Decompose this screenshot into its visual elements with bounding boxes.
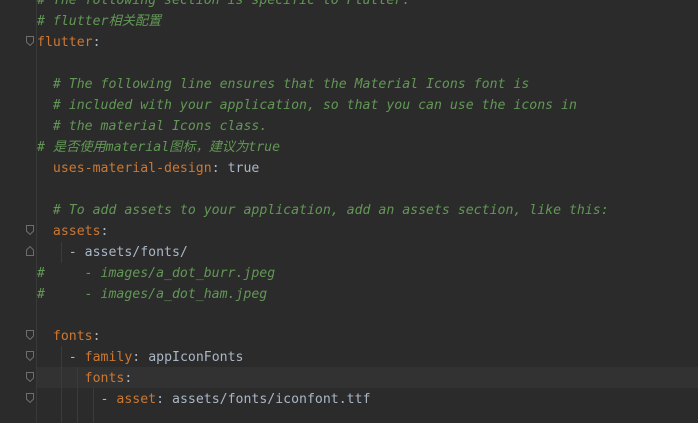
code-line-text: fonts:	[37, 368, 133, 389]
yaml-punctuation: :	[156, 392, 173, 407]
code-line-text: # - images/a_dot_burr.jpeg	[37, 263, 275, 284]
code-line-text: - assets/fonts/	[37, 242, 188, 263]
code-line[interactable]: - assets/fonts/	[0, 242, 698, 263]
code-line-text: # The following line ensures that the Ma…	[37, 74, 529, 95]
code-line[interactable]: # 是否使用material图标，建议为true	[0, 137, 698, 158]
indentation	[37, 161, 53, 176]
code-line[interactable]: # The following section is specific to F…	[0, 0, 698, 11]
code-line[interactable]: # flutter相关配置	[0, 11, 698, 32]
code-line[interactable]	[0, 410, 698, 423]
code-line-text: # The following section is specific to F…	[37, 0, 410, 11]
code-line-text: assets:	[37, 221, 109, 242]
yaml-value: assets/fonts/iconfont.ttf	[172, 392, 371, 407]
code-comment: # The following line ensures that the Ma…	[52, 77, 530, 92]
yaml-value: true	[227, 161, 260, 176]
code-line-text: # flutter相关配置	[37, 11, 161, 32]
indentation	[37, 203, 53, 218]
code-line[interactable]	[0, 179, 698, 200]
code-line[interactable]: - family: appIconFonts	[0, 347, 698, 368]
code-line-text: # To add assets to your application, add…	[37, 200, 609, 221]
code-comment: # included with your application, so tha…	[52, 98, 577, 113]
code-line[interactable]: # The following line ensures that the Ma…	[0, 74, 698, 95]
yaml-punctuation: :	[92, 35, 101, 50]
code-comment: # The following section is specific to F…	[37, 0, 411, 8]
code-line[interactable]: # - images/a_dot_ham.jpeg	[0, 284, 698, 305]
code-line[interactable]: uses-material-design: true	[0, 158, 698, 179]
indentation	[37, 392, 101, 407]
yaml-punctuation: -	[68, 245, 85, 260]
code-line[interactable]: # To add assets to your application, add…	[0, 200, 698, 221]
yaml-key: fonts	[52, 329, 93, 344]
code-comment: # - images/a_dot_burr.jpeg	[37, 266, 276, 281]
code-line-text: flutter:	[37, 32, 101, 53]
yaml-punctuation: :	[132, 350, 149, 365]
code-comment: # - images/a_dot_ham.jpeg	[37, 287, 268, 302]
code-line[interactable]: assets:	[0, 221, 698, 242]
yaml-punctuation: :	[100, 224, 109, 239]
yaml-value: assets/fonts/	[84, 245, 188, 260]
code-comment: # To add assets to your application, add…	[52, 203, 609, 218]
code-line[interactable]: flutter:	[0, 32, 698, 53]
yaml-punctuation: :	[124, 371, 133, 386]
code-line[interactable]: # - images/a_dot_burr.jpeg	[0, 263, 698, 284]
indentation	[37, 224, 53, 239]
code-line[interactable]: - asset: assets/fonts/iconfont.ttf	[0, 389, 698, 410]
code-line-text: - family: appIconFonts	[37, 347, 244, 368]
indentation	[37, 245, 69, 260]
code-editor[interactable]: # The following section is specific to F…	[0, 0, 698, 423]
code-line-text: # the material Icons class.	[37, 116, 267, 137]
yaml-key: flutter	[37, 35, 93, 50]
yaml-punctuation: :	[92, 329, 101, 344]
yaml-key: assets	[52, 224, 101, 239]
yaml-key: uses-material-design	[52, 161, 212, 176]
code-line[interactable]: # included with your application, so tha…	[0, 95, 698, 116]
yaml-punctuation: -	[68, 350, 85, 365]
yaml-punctuation: -	[100, 392, 117, 407]
yaml-key: asset	[116, 392, 157, 407]
code-line[interactable]: # the material Icons class.	[0, 116, 698, 137]
code-line-text: uses-material-design: true	[37, 158, 259, 179]
indentation	[37, 371, 85, 386]
code-comment: # the material Icons class.	[52, 119, 268, 134]
code-line[interactable]: fonts:	[0, 368, 698, 389]
code-line[interactable]	[0, 305, 698, 326]
indentation	[37, 98, 53, 113]
yaml-value: appIconFonts	[148, 350, 244, 365]
yaml-punctuation: :	[211, 161, 228, 176]
code-line[interactable]	[0, 53, 698, 74]
indentation	[37, 119, 53, 134]
indentation	[37, 350, 69, 365]
yaml-key: fonts	[84, 371, 125, 386]
code-line-text: # included with your application, so tha…	[37, 95, 577, 116]
code-line-text: - asset: assets/fonts/iconfont.ttf	[37, 389, 371, 410]
code-comment: # flutter相关配置	[37, 14, 162, 29]
code-line[interactable]: fonts:	[0, 326, 698, 347]
indentation	[37, 329, 53, 344]
code-comment: # 是否使用material图标，建议为true	[37, 140, 281, 155]
code-line-text: # - images/a_dot_ham.jpeg	[37, 284, 267, 305]
indentation	[37, 77, 53, 92]
yaml-key: family	[84, 350, 133, 365]
code-line-text: # 是否使用material图标，建议为true	[37, 137, 280, 158]
code-line-text: fonts:	[37, 326, 101, 347]
